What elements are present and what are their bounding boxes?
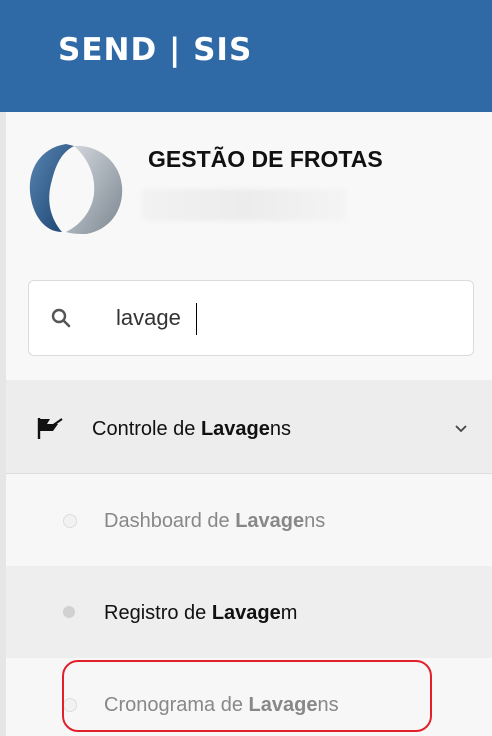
org-name: GESTÃO DE FROTAS bbox=[148, 146, 383, 172]
menu-item-label: Controle de Lavagens bbox=[92, 418, 292, 440]
text-caret bbox=[196, 303, 197, 335]
chevron-down-icon[interactable] bbox=[454, 424, 468, 434]
highlight-annotation bbox=[62, 660, 432, 732]
company-logo bbox=[29, 144, 123, 234]
search-icon bbox=[51, 308, 71, 328]
redacted-subtitle bbox=[142, 189, 346, 221]
submenu-item-label: Registro de Lavagem bbox=[104, 602, 298, 624]
tree-dot bbox=[63, 606, 75, 618]
tree-dot bbox=[63, 514, 77, 528]
flag-icon bbox=[37, 418, 63, 439]
header-bar: SEND | SIS bbox=[0, 0, 492, 112]
search-input[interactable] bbox=[116, 300, 436, 336]
app-brand[interactable]: SEND | SIS bbox=[58, 32, 252, 68]
submenu-item-label: Dashboard de Lavagens bbox=[104, 510, 326, 532]
